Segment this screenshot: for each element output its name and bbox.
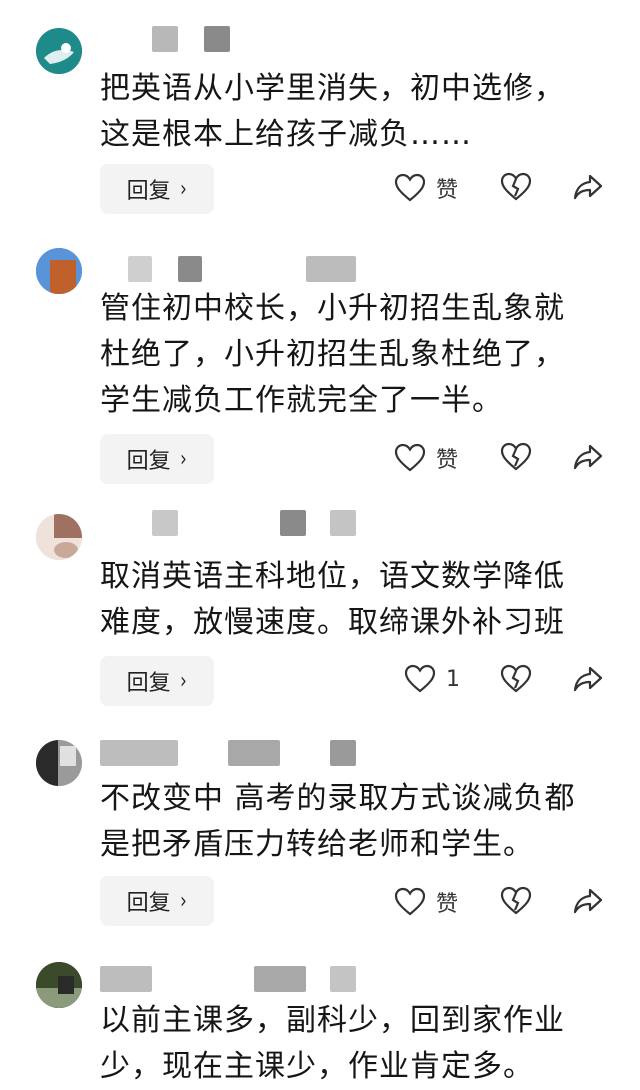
like-button[interactable]: 赞: [394, 172, 458, 204]
chevron-right-icon: ›: [179, 888, 187, 914]
reply-label: 回复: [126, 891, 171, 916]
reply-label: 回复: [126, 179, 171, 204]
share-icon: [573, 444, 603, 470]
heart-icon: [394, 443, 426, 472]
username-blurred: [100, 256, 400, 284]
avatar-image: [36, 962, 82, 1008]
username-blurred: [100, 510, 400, 538]
share-button[interactable]: [572, 172, 604, 202]
share-button[interactable]: [572, 442, 604, 472]
chevron-right-icon: ›: [179, 668, 187, 694]
share-button[interactable]: [572, 886, 604, 916]
dislike-button[interactable]: [500, 442, 532, 472]
reply-button[interactable]: 回复 ›: [100, 434, 214, 484]
username-blurred: [100, 26, 400, 54]
broken-heart-icon: [500, 172, 532, 201]
dislike-button[interactable]: [500, 664, 532, 694]
like-count: 赞: [436, 178, 459, 203]
like-count: 1: [446, 666, 460, 692]
avatar-image: [36, 514, 82, 560]
like-count: 赞: [436, 892, 459, 917]
heart-icon: [404, 664, 436, 693]
avatar[interactable]: [36, 28, 82, 74]
dislike-button[interactable]: [500, 172, 532, 202]
avatar[interactable]: [36, 514, 82, 560]
avatar[interactable]: [36, 248, 82, 294]
comment-text: 不改变中 高考的录取方式谈减负都 是把矛盾压力转给老师和学生。: [100, 781, 576, 862]
chevron-right-icon: ›: [179, 176, 187, 202]
like-count: 赞: [436, 448, 459, 473]
share-icon: [573, 666, 603, 692]
heart-icon: [394, 887, 426, 916]
avatar[interactable]: [36, 962, 82, 1008]
comment-text: 管住初中校长，小升初招生乱象就 杜绝了，小升初招生乱象杜绝了， 学生减负工作就完…: [100, 291, 565, 418]
username-blurred: [100, 740, 400, 768]
comment-text: 把英语从小学里消失，初中选修， 这是根本上给孩子减负……: [100, 71, 565, 152]
broken-heart-icon: [500, 886, 532, 915]
share-button[interactable]: [572, 664, 604, 694]
reply-label: 回复: [126, 449, 171, 474]
like-button[interactable]: 赞: [394, 442, 458, 474]
share-icon: [573, 888, 603, 914]
broken-heart-icon: [500, 442, 532, 471]
chevron-right-icon: ›: [179, 446, 187, 472]
avatar-image: [36, 28, 82, 74]
avatar[interactable]: [36, 740, 82, 786]
dislike-button[interactable]: [500, 886, 532, 916]
broken-heart-icon: [500, 664, 532, 693]
comment-text: 以前主课多，副科少，回到家作业 少，现在主课少，作业肯定多。: [100, 1003, 565, 1084]
reply-button[interactable]: 回复 ›: [100, 164, 214, 214]
username-blurred: [100, 966, 400, 994]
heart-icon: [394, 173, 426, 202]
like-button[interactable]: 赞: [394, 886, 458, 918]
reply-button[interactable]: 回复 ›: [100, 656, 214, 706]
reply-label: 回复: [126, 671, 171, 696]
avatar-image: [36, 248, 82, 294]
share-icon: [573, 174, 603, 200]
comment-text: 取消英语主科地位，语文数学降低 难度，放慢速度。取缔课外补习班: [100, 559, 565, 640]
like-button[interactable]: 1: [404, 664, 460, 694]
reply-button[interactable]: 回复 ›: [100, 876, 214, 926]
avatar-image: [36, 740, 82, 786]
